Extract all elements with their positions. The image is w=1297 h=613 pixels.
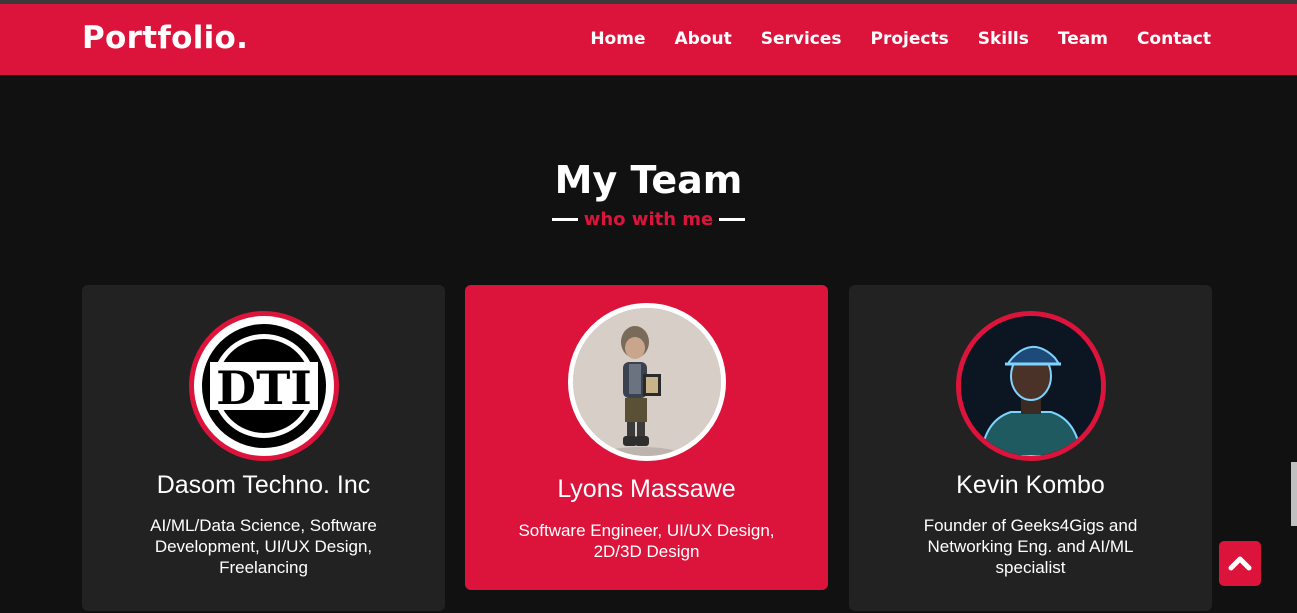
scrollbar-thumb[interactable] bbox=[1291, 462, 1297, 526]
team-member-role: AI/ML/Data Science, Software Development… bbox=[150, 516, 377, 577]
team-card: Kevin Kombo Founder of Geeks4Gigs and Ne… bbox=[849, 285, 1212, 611]
nav-home[interactable]: Home bbox=[590, 29, 645, 49]
nav-menu: Home About Services Projects Skills Team… bbox=[561, 29, 1211, 49]
nav-skills[interactable]: Skills bbox=[978, 29, 1029, 49]
subtitle-text: who with me bbox=[583, 209, 714, 230]
character-avatar-icon bbox=[572, 308, 721, 456]
logo[interactable]: Portfolio. bbox=[82, 20, 248, 56]
team-card-highlighted: Lyons Massawe Software Engineer, UI/UX D… bbox=[465, 285, 828, 590]
nav-team[interactable]: Team bbox=[1058, 29, 1108, 49]
avatar bbox=[567, 303, 726, 461]
nav-projects[interactable]: Projects bbox=[871, 29, 949, 49]
dti-logo-icon: DTI bbox=[197, 320, 330, 452]
chevron-up-icon bbox=[1228, 556, 1252, 571]
avatar: DTI bbox=[188, 311, 339, 461]
nav-services[interactable]: Services bbox=[761, 29, 842, 49]
nav-contact[interactable]: Contact bbox=[1137, 29, 1211, 49]
person-avatar-icon bbox=[960, 316, 1101, 456]
team-card: DTI Dasom Techno. Inc AI/ML/Data Science… bbox=[82, 285, 445, 611]
team-member-name: Lyons Massawe bbox=[557, 475, 736, 503]
team-member-name: Dasom Techno. Inc bbox=[156, 471, 371, 499]
section-subtitle: who with me bbox=[0, 209, 1297, 230]
scroll-to-top-button[interactable] bbox=[1219, 541, 1261, 586]
section-title: My Team bbox=[554, 158, 743, 202]
team-member-role: Founder of Geeks4Gigs and Networking Eng… bbox=[923, 516, 1138, 577]
team-member-role: Software Engineer, UI/UX Design, 2D/3D D… bbox=[518, 521, 775, 561]
navbar: Portfolio. Home About Services Projects … bbox=[0, 4, 1297, 75]
svg-text:DTI: DTI bbox=[216, 361, 312, 415]
subtitle-divider-left bbox=[551, 218, 578, 221]
subtitle-divider-right bbox=[719, 218, 746, 221]
nav-about[interactable]: About bbox=[674, 29, 731, 49]
avatar bbox=[955, 311, 1106, 461]
team-member-name: Kevin Kombo bbox=[956, 471, 1105, 499]
